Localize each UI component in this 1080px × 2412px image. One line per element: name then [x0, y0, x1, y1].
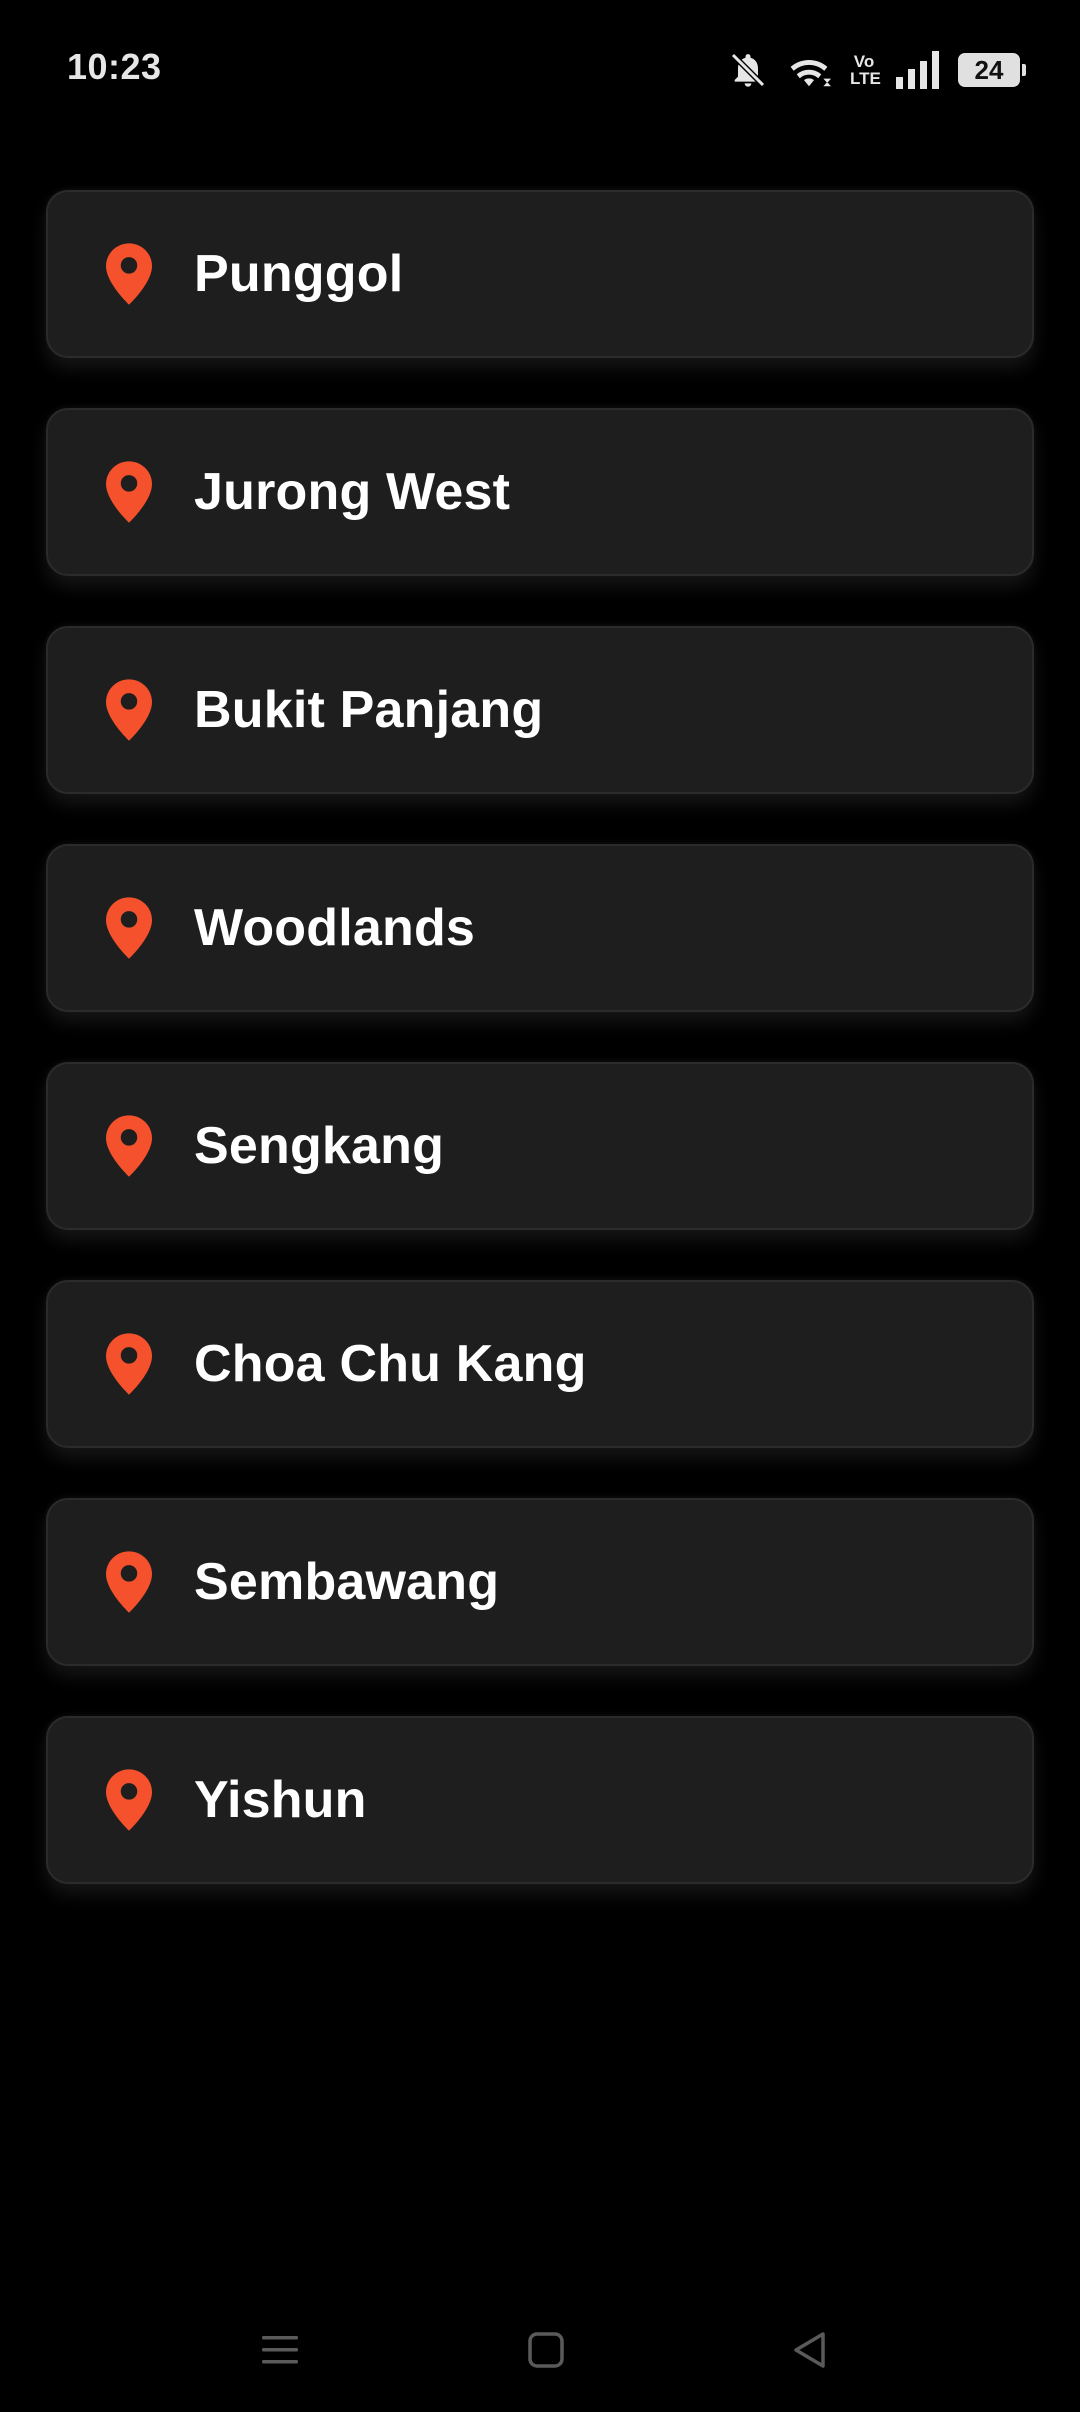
location-pin-icon	[106, 1333, 152, 1395]
location-pin-icon	[106, 461, 152, 523]
location-item-jurong-west[interactable]: Jurong West	[46, 408, 1034, 576]
location-name: Choa Chu Kang	[194, 1335, 587, 1393]
location-pin-icon	[106, 1769, 152, 1831]
location-name: Yishun	[194, 1771, 367, 1829]
status-time: 10:23	[67, 46, 162, 87]
notifications-off-icon	[728, 50, 768, 90]
volte-top-label: Vo	[853, 52, 875, 71]
home-button[interactable]	[516, 2322, 576, 2382]
volte-icon: Vo LTE	[850, 52, 881, 88]
back-button[interactable]	[780, 2322, 840, 2382]
menu-icon	[260, 2332, 300, 2373]
location-pin-icon	[106, 897, 152, 959]
status-bar: 10:23 Vo LTE 24	[0, 0, 1080, 140]
location-item-choa-chu-kang[interactable]: Choa Chu Kang	[46, 1280, 1034, 1448]
battery-icon: 24	[958, 53, 1026, 87]
location-name: Woodlands	[194, 899, 476, 957]
location-item-punggol[interactable]: Punggol	[46, 190, 1034, 358]
location-pin-icon	[106, 679, 152, 741]
location-item-yishun[interactable]: Yishun	[46, 1716, 1034, 1884]
status-icons: Vo LTE 24	[728, 48, 1026, 92]
back-icon	[790, 2330, 830, 2375]
navigation-bar	[0, 2300, 1080, 2412]
location-pin-icon	[106, 1551, 152, 1613]
location-pin-icon	[106, 243, 152, 305]
location-item-sembawang[interactable]: Sembawang	[46, 1498, 1034, 1666]
signal-icon	[896, 51, 940, 89]
menu-button[interactable]	[250, 2322, 310, 2382]
location-name: Sembawang	[194, 1553, 500, 1611]
home-icon	[527, 2331, 565, 2374]
location-name: Punggol	[194, 245, 404, 303]
location-name: Bukit Panjang	[194, 681, 544, 739]
location-name: Jurong West	[194, 463, 511, 521]
battery-level: 24	[974, 55, 1004, 85]
location-name: Sengkang	[194, 1117, 445, 1175]
location-item-woodlands[interactable]: Woodlands	[46, 844, 1034, 1012]
location-pin-icon	[106, 1115, 152, 1177]
location-list: Punggol Jurong West Bukit Panjang Woodla…	[46, 190, 1034, 1934]
wifi-icon	[786, 50, 832, 90]
volte-bottom-label: LTE	[850, 69, 881, 88]
location-item-bukit-panjang[interactable]: Bukit Panjang	[46, 626, 1034, 794]
location-item-sengkang[interactable]: Sengkang	[46, 1062, 1034, 1230]
